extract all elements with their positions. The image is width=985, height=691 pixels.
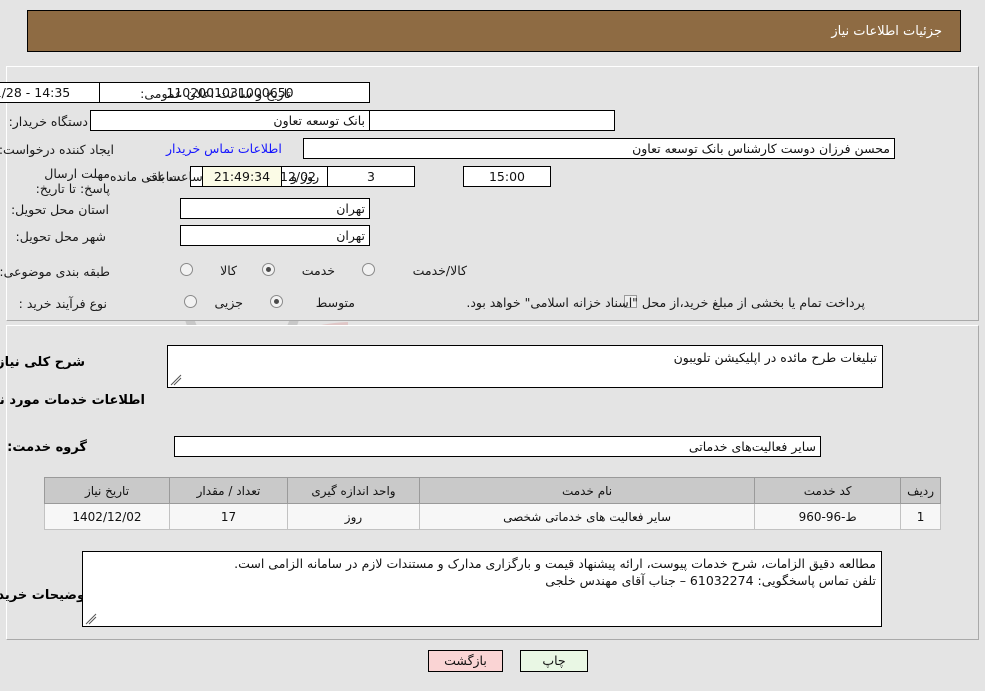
- cell-qty: 17: [169, 503, 288, 530]
- remaining-days-label: روز و: [291, 169, 320, 184]
- resize-grip-icon[interactable]: [170, 374, 182, 386]
- summary-label: شرح کلی نیاز:: [0, 355, 85, 370]
- radio-category-goods[interactable]: [180, 263, 193, 276]
- col-date: تاریخ نیاز: [44, 477, 170, 504]
- buyer-notes-label: توضیحات خریدار:: [0, 588, 90, 603]
- services-table-wrapper: ردیف کد خدمت نام خدمت واحد اندازه گیری ت…: [44, 477, 941, 530]
- col-unit: واحد اندازه گیری: [287, 477, 420, 504]
- radio-category-service-label: خدمت: [301, 263, 335, 278]
- service-group-field[interactable]: سایر فعالیت‌های خدماتی: [174, 436, 821, 457]
- city-field[interactable]: تهران: [180, 225, 370, 246]
- radio-category-service[interactable]: [262, 263, 275, 276]
- remaining-time-label: ساعت باقی مانده: [110, 169, 203, 184]
- cell-row: 1: [900, 503, 941, 530]
- buyer-notes-line-2: تلفن تماس پاسخگویی: 61032274 – جناب آقای…: [545, 573, 876, 588]
- category-label: طبقه بندی موضوعی:: [0, 264, 110, 279]
- countdown-timer-field: 21:49:34: [202, 166, 282, 187]
- treasury-bonds-note: پرداخت تمام یا بخشی از مبلغ خرید،از محل …: [466, 295, 865, 310]
- requester-field[interactable]: محسن فرزان دوست کارشناس بانک توسعه تعاون: [303, 138, 895, 159]
- services-section-title: اطلاعات خدمات مورد نیاز: [0, 393, 145, 408]
- cell-date: 1402/12/02: [44, 503, 170, 530]
- radio-category-goods-label: کالا: [220, 263, 237, 278]
- service-group-label: گروه خدمت:: [7, 440, 87, 455]
- process-type-label: نوع فرآیند خرید :: [18, 296, 107, 311]
- col-qty: تعداد / مقدار: [169, 477, 288, 504]
- remaining-days-field[interactable]: 3: [327, 166, 415, 187]
- radio-process-minor-label: جزیی: [214, 295, 243, 310]
- cell-code: ط-96-960: [754, 503, 902, 530]
- table-header-row: ردیف کد خدمت نام خدمت واحد اندازه گیری ت…: [44, 477, 941, 504]
- services-table: ردیف کد خدمت نام خدمت واحد اندازه گیری ت…: [44, 477, 941, 530]
- cell-unit: روز: [287, 503, 420, 530]
- page-title: جزئیات اطلاعات نیاز: [831, 23, 942, 39]
- summary-textarea[interactable]: تبلیغات طرح مائده در اپلیکیشن تلویبون: [167, 345, 883, 388]
- buyer-notes-textarea[interactable]: مطالعه دقیق الزامات، شرح خدمات پیوست، ار…: [82, 551, 882, 627]
- buyer-contact-link[interactable]: اطلاعات تماس خریدار: [166, 141, 282, 156]
- table-row[interactable]: 1 ط-96-960 سایر فعالیت های خدماتی شخصی ر…: [44, 503, 941, 530]
- radio-process-medium[interactable]: [270, 295, 283, 308]
- col-name: نام خدمت: [418, 477, 756, 504]
- requester-label: ایجاد کننده درخواست:: [0, 142, 114, 157]
- announce-datetime-field[interactable]: 1402/11/28 - 14:35: [0, 82, 100, 103]
- city-label: شهر محل تحویل:: [15, 229, 106, 244]
- back-button[interactable]: بازگشت: [428, 650, 503, 672]
- radio-process-medium-label: متوسط: [315, 295, 355, 310]
- print-button[interactable]: چاپ: [520, 650, 588, 672]
- radio-process-minor[interactable]: [184, 295, 197, 308]
- radio-category-goods-service[interactable]: [362, 263, 375, 276]
- buyer-org-field[interactable]: بانک توسعه تعاون: [90, 110, 370, 131]
- announce-datetime-label: تاریخ و ساعت اعلان عمومی:: [140, 86, 291, 101]
- need-info-panel: [6, 66, 979, 321]
- summary-text: تبلیغات طرح مائده در اپلیکیشن تلویبون: [673, 350, 877, 365]
- resize-grip-icon[interactable]: [85, 613, 97, 625]
- province-label: استان محل تحویل:: [10, 202, 109, 217]
- col-row: ردیف: [900, 477, 941, 504]
- radio-category-goods-service-label: کالا/خدمت: [412, 263, 467, 278]
- cell-name: سایر فعالیت های خدماتی شخصی: [418, 503, 756, 530]
- col-code: کد خدمت: [754, 477, 902, 504]
- province-field[interactable]: تهران: [180, 198, 370, 219]
- page-header: جزئیات اطلاعات نیاز: [27, 10, 961, 52]
- deadline-hour-field[interactable]: 15:00: [463, 166, 551, 187]
- buyer-notes-line-1: مطالعه دقیق الزامات، شرح خدمات پیوست، ار…: [234, 556, 876, 571]
- deadline-label: مهلت ارسال پاسخ: تا تاریخ:: [35, 166, 110, 196]
